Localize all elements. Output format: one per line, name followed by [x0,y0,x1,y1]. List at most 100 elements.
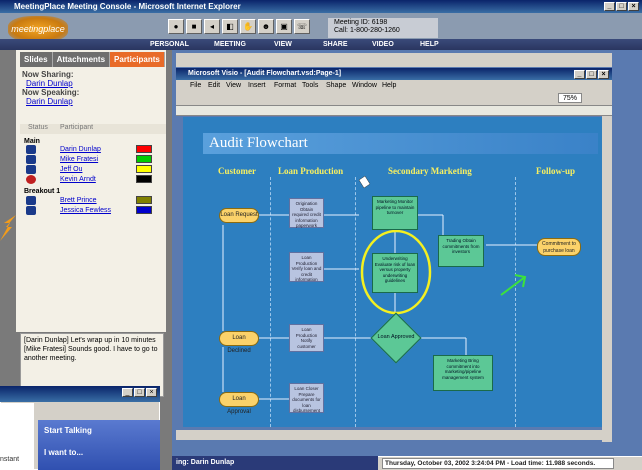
status-column-header: Status [28,124,48,131]
now-sharing-label: Now Sharing: [22,70,74,79]
menu-window[interactable]: Window [352,80,377,91]
participant-row[interactable]: Kevin Arndt [26,175,158,185]
talk-window-controls: _ □ × [122,388,157,397]
now-sharing-name[interactable]: Darin Dunlap [22,79,162,88]
menu-help[interactable]: HELP [420,39,439,50]
console-toolbar: ● ■ ◂ ◧ ✋ ☻ ▣ ☏ [168,19,310,34]
group-label: Main [24,138,40,145]
flow-terminal: Loan Declined [219,331,259,354]
menu-insert[interactable]: Insert [248,80,266,91]
menu-share[interactable]: SHARE [323,39,348,50]
participant-name[interactable]: Mike Fratesi [60,155,98,164]
menu-view[interactable]: VIEW [274,39,292,50]
record-icon[interactable]: ● [168,19,184,34]
video-icon[interactable]: ▣ [276,19,292,34]
now-speaking-label: Now Speaking: [22,88,80,97]
now-speaking-name[interactable]: Darin Dunlap [22,97,162,106]
participant-name[interactable]: Darin Dunlap [60,145,101,154]
talk-actions-panel: Start Talking I want to... [38,420,160,470]
menu-file[interactable]: File [190,80,201,91]
phone-status-icon [26,206,36,215]
menu-video[interactable]: VIDEO [372,39,394,50]
maximize-button[interactable]: □ [134,388,145,397]
participant-name[interactable]: Brett Prince [60,196,97,205]
participant-row[interactable]: Brett Prince [26,196,158,206]
hand-icon[interactable]: ✋ [240,19,256,34]
participant-column-header: Participant [60,124,94,131]
flow-process: Marketing Bring commitment into marketin… [433,355,493,391]
tab-slides[interactable]: Slides [20,52,53,67]
phone-status-icon [26,165,36,174]
visio-window-controls: _ □ × [574,70,609,79]
participant-name[interactable]: Jeff Ou [60,165,82,174]
phone-status-icon [26,145,36,154]
muted-status-icon [26,175,36,184]
audio-icon[interactable]: ◂ [204,19,220,34]
menu-meeting[interactable]: MEETING [214,39,246,50]
phone-icon[interactable]: ☏ [294,19,310,34]
minimize-button[interactable]: _ [574,70,585,79]
status-datetime: Thursday, October 03, 2002 3:24:04 PM - … [382,458,614,469]
zoom-box[interactable]: 75% [558,93,582,103]
group-label: Breakout 1 [24,188,61,195]
color-swatch [136,155,152,163]
minimize-button[interactable]: _ [604,2,615,11]
menu-tools[interactable]: Tools [302,80,318,91]
menu-personal[interactable]: PERSONAL [150,39,189,50]
flow-terminal: Loan Approval [219,392,259,415]
visio-toolbar: 75% [176,91,612,106]
flow-process: Loan Production Notify customer [289,324,324,352]
close-button[interactable]: × [598,70,609,79]
maximize-button[interactable]: □ [616,2,627,11]
participant-name[interactable]: Jessica Fewless [60,206,111,215]
menu-format[interactable]: Format [274,80,296,91]
console-menu-bar: PERSONAL MEETING VIEW SHARE VIDEO HELP [0,39,642,50]
stop-icon[interactable]: ■ [186,19,202,34]
call-number: Call: 1-800-280-1260 [334,27,400,34]
flow-terminal: Commitment to purchase loan [537,238,581,256]
menu-shape[interactable]: Shape [326,80,346,91]
horizontal-scrollbar[interactable] [176,430,602,440]
phone-status-icon [26,155,36,164]
share-icon[interactable]: ◧ [222,19,238,34]
meeting-info: Meeting ID: 6198 Call: 1-800-280-1260 [328,18,438,38]
participant-name[interactable]: Kevin Arndt [60,175,96,184]
decision-label: Loan Approved [377,334,415,340]
chat-message: [Darin Dunlap] Let's wrap up in 10 minut… [24,337,156,344]
maximize-button[interactable]: □ [586,70,597,79]
visio-title-bar: Microsoft Visio - [Audit Flowchart.vsd:P… [176,68,612,80]
visio-title: Microsoft Visio - [Audit Flowchart.vsd:P… [188,70,342,77]
tab-participants[interactable]: Participants [110,52,165,67]
participant-row[interactable]: Darin Dunlap [26,145,158,155]
minimize-button[interactable]: _ [122,388,133,397]
sharing-info: Now Sharing: Darin Dunlap Now Speaking: … [22,70,162,106]
participant-row[interactable]: Jeff Ou [26,165,158,175]
flow-process: Marketing Monitor pipeline to maintain t… [372,196,418,230]
browser-title-bar: MeetingPlace Meeting Console - Microsoft… [0,0,642,13]
tab-attachments[interactable]: Attachments [52,52,111,67]
flow-process: Underwriting Evaluate risk of loan versu… [372,253,418,293]
flow-terminal: Loan Request [219,208,259,223]
menu-help[interactable]: Help [382,80,396,91]
close-button[interactable]: × [628,2,639,11]
close-button[interactable]: × [146,388,157,397]
color-swatch [136,175,152,183]
flow-process: Loan Closer Prepare documents for loan d… [289,383,324,413]
browser-title: MeetingPlace Meeting Console - Microsoft… [14,2,241,11]
people-icon[interactable]: ☻ [258,19,274,34]
i-want-to-button[interactable]: I want to... [44,448,83,457]
color-swatch [136,165,152,173]
talk-window-title-bar: _ □ × [0,386,160,402]
ruler [176,106,612,116]
flow-process: Origination Obtain required credit infor… [289,198,324,228]
color-swatch [136,145,152,153]
phone-status-icon [26,196,36,205]
color-swatch [136,196,152,204]
start-talking-button[interactable]: Start Talking [44,426,92,435]
participant-row[interactable]: Jessica Fewless [26,206,158,216]
menu-edit[interactable]: Edit [208,80,220,91]
menu-view[interactable]: View [226,80,241,91]
instant-label: nstant [0,456,20,463]
color-swatch [136,206,152,214]
participant-row[interactable]: Mike Fratesi [26,155,158,165]
